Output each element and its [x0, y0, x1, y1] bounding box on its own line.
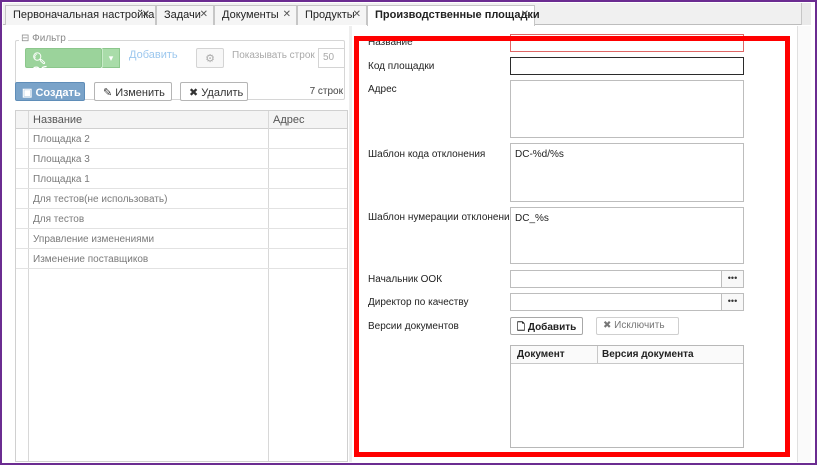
show-rows-label: Показывать строк — [232, 50, 315, 61]
address-label: Адрес — [368, 84, 397, 95]
delete-label: Удалить — [201, 87, 244, 99]
document-versions-label: Версии документов — [368, 321, 459, 332]
site-code-label: Код площадки — [368, 61, 435, 72]
cell-name: Для тестов(не использовать) — [33, 194, 168, 205]
close-icon[interactable]: ✕ — [200, 9, 208, 20]
table-row[interactable]: Управление изменениями — [16, 230, 347, 249]
close-icon[interactable]: ✕ — [521, 9, 529, 20]
cell-name: Площадка 3 — [33, 154, 90, 165]
add-document-button[interactable]: 🗋 Добавить — [510, 317, 583, 335]
create-button[interactable]: ▣ Создать — [15, 82, 85, 101]
deviation-numbering-template-label: Шаблон нумерации отклонения — [368, 212, 515, 223]
tab-label: Документы — [222, 9, 279, 21]
table-row[interactable]: Изменение поставщиков — [16, 250, 347, 269]
quality-director-label: Директор по качеству — [368, 297, 469, 308]
cell-name: Площадка 1 — [33, 174, 90, 185]
exclude-document-label: Исключить — [614, 320, 665, 331]
column-header-address[interactable]: Адрес — [273, 114, 305, 126]
deviation-code-template-label: Шаблон кода отклонения — [368, 149, 486, 160]
document-versions-table: Документ Версия документа — [510, 345, 744, 448]
create-icon: ▣ — [22, 87, 33, 99]
sites-table: Название Адрес Площадка 2 Площадка 3 Пло… — [15, 110, 348, 462]
tab-initial-setup[interactable]: Первоначальная настройка ✕ — [5, 5, 156, 25]
ook-head-field[interactable] — [510, 270, 722, 288]
edit-button[interactable]: ✎ Изменить — [94, 82, 172, 101]
quality-director-field[interactable] — [510, 293, 722, 311]
tab-label: Производственные площадки — [375, 9, 540, 21]
list-panel: ⊟ Фильтр 🔍︎ Обновить ▾ Добавить ⚙ Показы… — [3, 26, 349, 462]
right-scrollbar[interactable] — [797, 26, 811, 462]
cell-name: Изменение поставщиков — [33, 254, 149, 265]
table-row[interactable]: Площадка 2 — [16, 130, 347, 149]
column-header-document[interactable]: Документ — [517, 349, 565, 360]
column-header-document-version[interactable]: Версия документа — [602, 349, 694, 360]
deviation-code-template-field[interactable]: DC-%d/%s — [510, 143, 744, 202]
ook-head-label: Начальник ООК — [368, 274, 443, 285]
add-document-label: Добавить — [527, 322, 577, 333]
tab-documents[interactable]: Документы ✕ — [214, 5, 297, 25]
delete-button[interactable]: ✖ Удалить — [180, 82, 248, 101]
search-icon: 🔍︎ — [32, 53, 46, 65]
pencil-icon: ✎ — [103, 87, 113, 99]
ook-head-picker-button[interactable]: ••• — [722, 270, 744, 288]
cell-name: Управление изменениями — [33, 234, 155, 245]
delete-icon: ✖ — [603, 320, 612, 331]
gear-icon[interactable]: ⚙ — [196, 48, 224, 68]
deviation-numbering-template-field[interactable]: DC_%s — [510, 207, 744, 264]
cell-name: Площадка 2 — [33, 134, 90, 145]
tab-bar: Первоначальная настройка ✕ Задачи ✕ Доку… — [3, 3, 811, 26]
site-code-field[interactable] — [510, 57, 744, 75]
refresh-button[interactable]: 🔍︎ Обновить — [25, 48, 102, 77]
row-count: 7 строк — [309, 86, 343, 97]
add-filter-button[interactable]: Добавить — [129, 49, 178, 61]
cell-name: Для тестов — [33, 214, 85, 225]
delete-icon: ✖ — [189, 87, 199, 99]
refresh-label: Обновить — [32, 65, 87, 77]
table-row[interactable]: Площадка 3 — [16, 150, 347, 169]
column-divider — [597, 346, 598, 364]
document-icon: 🗋 — [517, 322, 526, 333]
table-row[interactable]: Площадка 1 — [16, 170, 347, 189]
table-header: Название Адрес — [16, 111, 347, 129]
filter-legend[interactable]: ⊟ Фильтр — [19, 33, 68, 44]
edit-label: Изменить — [115, 87, 165, 99]
tab-label: Продукты — [305, 9, 355, 21]
tab-label: Первоначальная настройка — [13, 9, 155, 21]
create-label: Создать — [35, 87, 81, 99]
tab-products[interactable]: Продукты ✕ — [297, 5, 367, 25]
quality-director-picker-button[interactable]: ••• — [722, 293, 744, 311]
name-label: Название — [368, 37, 413, 48]
tab-tasks[interactable]: Задачи ✕ — [156, 5, 214, 25]
tab-label: Задачи — [164, 9, 201, 21]
refresh-dropdown[interactable]: ▾ — [102, 48, 120, 68]
close-icon[interactable]: ✕ — [283, 9, 291, 20]
address-field[interactable] — [510, 80, 744, 138]
name-field[interactable] — [510, 34, 744, 52]
column-header-name[interactable]: Название — [33, 114, 82, 126]
tab-production-sites[interactable]: Производственные площадки ✕ — [367, 5, 540, 26]
close-icon[interactable]: ✕ — [353, 9, 361, 20]
table-row[interactable]: Для тестов — [16, 210, 347, 229]
exclude-document-button[interactable]: ✖ Исключить — [596, 317, 679, 335]
tabbar-scroll — [801, 3, 811, 25]
table-row[interactable]: Для тестов(не использовать) — [16, 190, 347, 209]
close-icon[interactable]: ✕ — [142, 9, 150, 20]
rows-per-page-input[interactable]: 50 — [318, 48, 345, 68]
table-header: Документ Версия документа — [511, 346, 743, 364]
